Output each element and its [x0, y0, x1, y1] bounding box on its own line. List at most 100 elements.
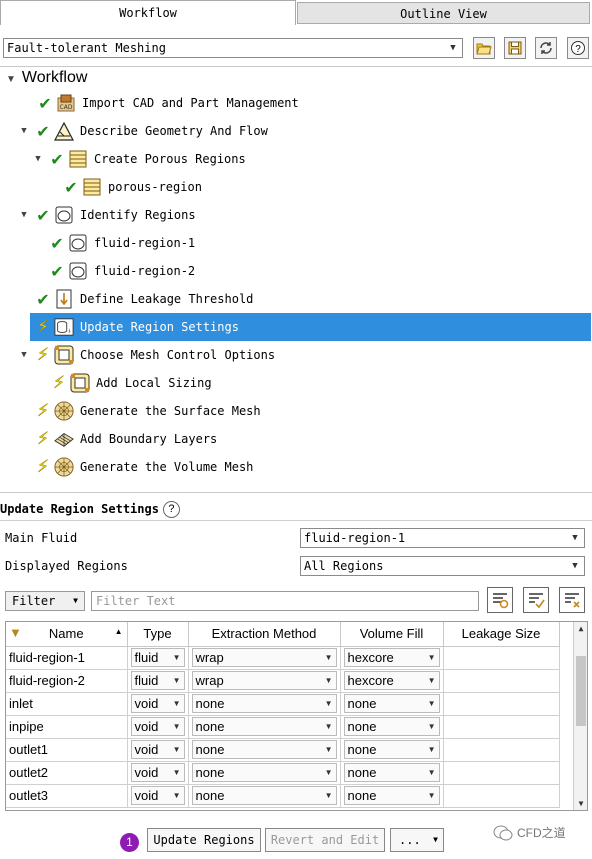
leakage-size-cell[interactable] — [443, 646, 560, 670]
column-header-leakage-size[interactable]: Leakage Size — [443, 622, 560, 647]
collapse-arrow-icon[interactable]: ▼ — [18, 350, 30, 360]
help-icon[interactable]: ? — [162, 500, 180, 518]
volume-fill-select[interactable]: none ▼ — [343, 694, 440, 713]
volume-fill-select[interactable]: hexcore ▼ — [343, 648, 440, 667]
tree-node-choose-mesh-control[interactable]: ▼ ⚡ Choose Mesh Control Options — [18, 343, 275, 367]
tree-node-describe-geometry[interactable]: ▼ ✔ Describe Geometry And Flow — [18, 119, 268, 143]
collapse-arrow-icon[interactable]: ▼ — [6, 74, 16, 85]
open-folder-button[interactable] — [473, 37, 495, 59]
table-scrollbar[interactable]: ▲ ▼ — [573, 622, 587, 810]
table-row[interactable]: outlet2 void ▼ none ▼ none ▼ — [6, 761, 560, 785]
sort-ascending-icon: ▲ — [114, 627, 123, 636]
extraction-select[interactable]: none ▼ — [191, 740, 337, 759]
tree-node-porous-region[interactable]: ✔ porous-region — [62, 175, 202, 199]
tree-node-label: Import CAD and Part Management — [82, 96, 299, 110]
tree-node-fluid-region-1[interactable]: ✔ fluid-region-1 — [48, 231, 195, 255]
extraction-select[interactable]: none ▼ — [191, 786, 337, 805]
type-select[interactable]: void ▼ — [130, 786, 185, 805]
type-select[interactable]: fluid ▼ — [130, 648, 185, 667]
collapse-arrow-icon[interactable]: ▼ — [32, 154, 44, 164]
tree-node-add-boundary-layers[interactable]: ⚡ Add Boundary Layers — [34, 427, 218, 451]
workflow-type-select[interactable]: Fault-tolerant Meshing ▼ — [3, 38, 463, 58]
leakage-size-cell[interactable] — [443, 738, 560, 762]
chevron-down-icon: ▼ — [427, 653, 436, 662]
filter-row: Filter ▼ Filter Text — [5, 587, 591, 614]
collapse-arrow-icon[interactable]: ▼ — [18, 210, 30, 220]
table-row[interactable]: fluid-region-2 fluid ▼ wrap ▼ hexcore ▼ — [6, 669, 560, 693]
filter-new-button[interactable] — [487, 587, 513, 613]
revert-and-edit-button[interactable]: Revert and Edit — [265, 828, 385, 852]
check-icon: ✔ — [50, 149, 64, 169]
table-row[interactable]: inpipe void ▼ none ▼ none ▼ — [6, 715, 560, 739]
more-options-button[interactable]: ... ▼ — [390, 828, 444, 852]
volume-fill-select[interactable]: none ▼ — [343, 717, 440, 736]
volume-fill-select[interactable]: hexcore ▼ — [343, 671, 440, 690]
tree-node-generate-surface-mesh[interactable]: ⚡ Generate the Surface Mesh — [34, 399, 261, 423]
tree-node-generate-volume-mesh[interactable]: ⚡ Generate the Volume Mesh — [34, 455, 254, 479]
table-row[interactable]: outlet3 void ▼ none ▼ none ▼ — [6, 784, 560, 808]
extraction-select[interactable]: none ▼ — [191, 717, 337, 736]
tree-root[interactable]: ▼ Workflow — [6, 69, 87, 87]
filter-dropdown[interactable]: Filter ▼ — [5, 591, 85, 611]
filter-text-input[interactable]: Filter Text — [91, 591, 479, 611]
panel-title: Update Region Settings ? — [0, 499, 180, 519]
type-select[interactable]: void ▼ — [130, 717, 185, 736]
region-name-cell: inlet — [6, 692, 128, 716]
tab-outline-view[interactable]: Outline View — [297, 2, 590, 24]
volume-fill-select[interactable]: none ▼ — [343, 763, 440, 782]
extraction-select[interactable]: none ▼ — [191, 763, 337, 782]
extraction-select[interactable]: wrap ▼ — [191, 648, 337, 667]
scroll-up-icon[interactable]: ▲ — [574, 624, 587, 633]
column-header-type[interactable]: Type — [127, 622, 189, 647]
table-row[interactable]: inlet void ▼ none ▼ none ▼ — [6, 692, 560, 716]
column-header-name[interactable]: ▼ Name ▲ — [6, 622, 128, 647]
collapse-arrow-icon[interactable]: ▼ — [18, 126, 30, 136]
tree-node-import-cad[interactable]: ✔ CAD Import CAD and Part Management — [20, 91, 299, 115]
type-select[interactable]: void ▼ — [130, 763, 185, 782]
filter-funnel-icon[interactable]: ▼ — [9, 625, 22, 640]
chevron-down-icon: ▼ — [172, 699, 181, 708]
extraction-select[interactable]: wrap ▼ — [191, 671, 337, 690]
column-header-volume-fill[interactable]: Volume Fill — [340, 622, 444, 647]
cad-import-icon: CAD — [56, 93, 76, 113]
table-row[interactable]: outlet1 void ▼ none ▼ none ▼ — [6, 738, 560, 762]
table-header-row: ▼ Name ▲ Type Extraction Method Volume F… — [6, 622, 560, 647]
scrollbar-thumb[interactable] — [576, 656, 586, 726]
volume-fill-select[interactable]: none ▼ — [343, 740, 440, 759]
type-select[interactable]: void ▼ — [130, 694, 185, 713]
leakage-size-cell[interactable] — [443, 669, 560, 693]
save-button[interactable] — [504, 37, 526, 59]
chevron-down-icon: ▼ — [572, 561, 578, 571]
main-fluid-select[interactable]: fluid-region-1 ▼ — [300, 528, 585, 548]
volume-fill-select[interactable]: none ▼ — [343, 786, 440, 805]
filter-clear-button[interactable] — [559, 587, 585, 613]
column-header-extraction[interactable]: Extraction Method — [188, 622, 341, 647]
leakage-size-cell[interactable] — [443, 715, 560, 739]
update-regions-button[interactable]: Update Regions — [147, 828, 261, 852]
scroll-down-icon[interactable]: ▼ — [574, 799, 587, 808]
refresh-button[interactable] — [535, 37, 557, 59]
divider — [0, 520, 592, 521]
leakage-size-cell[interactable] — [443, 784, 560, 808]
chevron-down-icon: ▼ — [427, 745, 436, 754]
tree-node-update-region-settings[interactable]: ⚡ Update Region Settings — [34, 315, 239, 339]
panel-splitter[interactable] — [0, 492, 592, 496]
extraction-select[interactable]: none ▼ — [191, 694, 337, 713]
tree-node-add-local-sizing[interactable]: ⚡ Add Local Sizing — [50, 371, 212, 395]
tab-workflow[interactable]: Workflow — [0, 0, 296, 25]
leakage-size-cell[interactable] — [443, 761, 560, 785]
leakage-size-cell[interactable] — [443, 692, 560, 716]
tree-node-define-leakage-threshold[interactable]: ✔ Define Leakage Threshold — [34, 287, 253, 311]
region-icon — [54, 205, 74, 225]
help-button[interactable]: ? — [567, 37, 589, 59]
tree-node-fluid-region-2[interactable]: ✔ fluid-region-2 — [48, 259, 195, 283]
table-row[interactable]: fluid-region-1 fluid ▼ wrap ▼ hexcore ▼ — [6, 646, 560, 670]
region-name-cell: outlet3 — [6, 784, 128, 808]
tree-node-identify-regions[interactable]: ▼ ✔ Identify Regions — [18, 203, 195, 227]
watermark-text: CFD之道 — [517, 826, 566, 840]
type-select[interactable]: fluid ▼ — [130, 671, 185, 690]
tree-node-create-porous-regions[interactable]: ▼ ✔ Create Porous Regions — [32, 147, 245, 171]
displayed-regions-select[interactable]: All Regions ▼ — [300, 556, 585, 576]
filter-apply-button[interactable] — [523, 587, 549, 613]
type-select[interactable]: void ▼ — [130, 740, 185, 759]
